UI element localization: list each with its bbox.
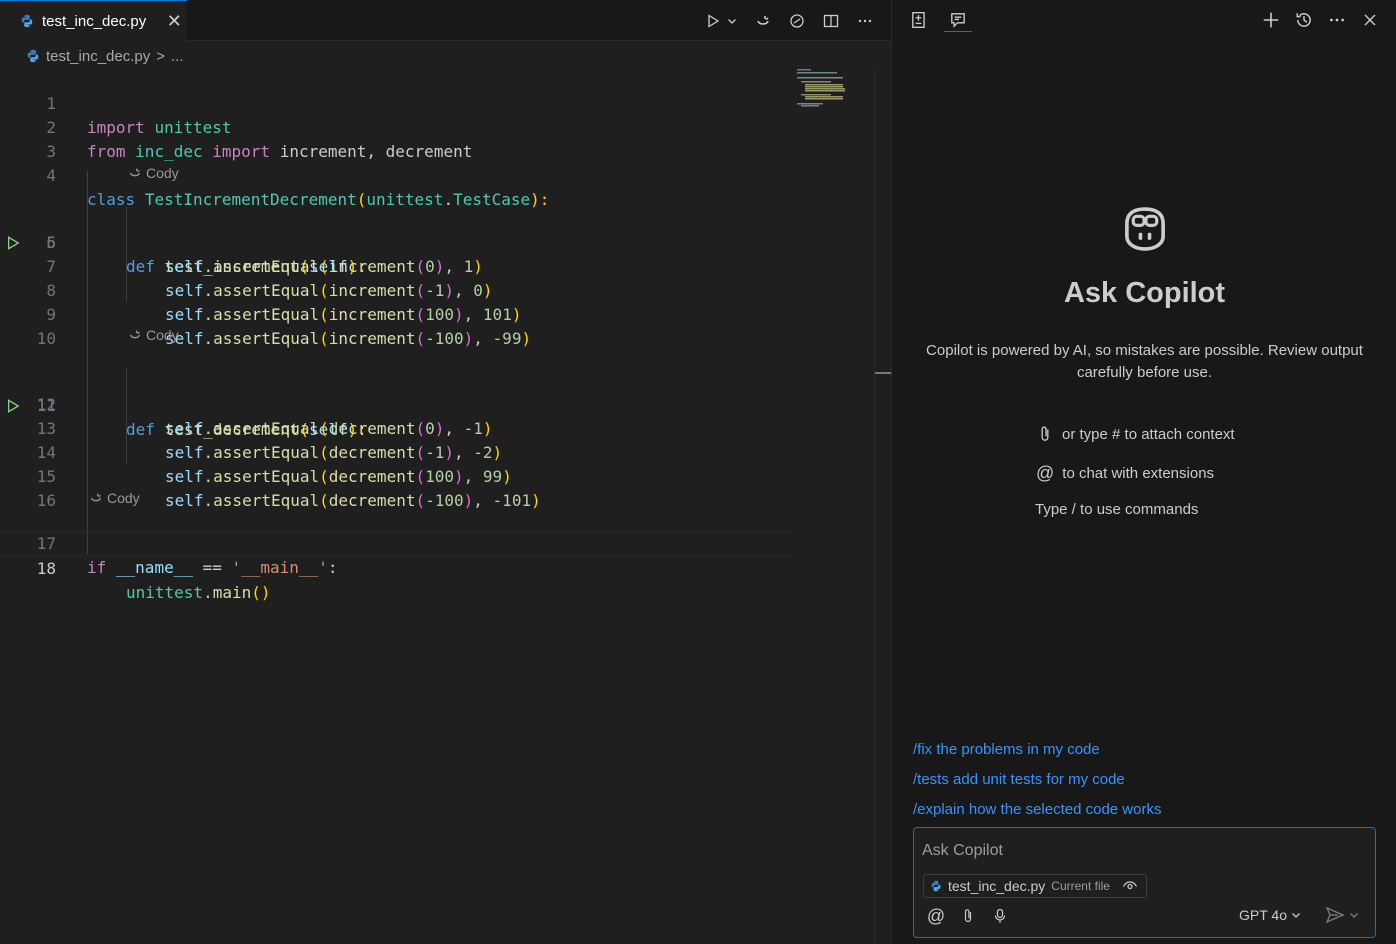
- code-line: 11 def test_decrement(self):: [0, 346, 790, 439]
- breadcrumb-file[interactable]: test_inc_dec.py: [46, 48, 150, 65]
- code-token: __name__: [115, 558, 193, 577]
- hint-commands: Type / to use commands: [1035, 501, 1198, 518]
- code-line: 12 self.assertEqual(decrement(0), -1): [0, 369, 790, 438]
- code-line: 3: [0, 116, 790, 161]
- python-file-icon: [27, 49, 39, 63]
- chip-subtitle: Current file: [1051, 879, 1110, 893]
- codelens-label: Cody: [146, 327, 179, 343]
- edits-icon[interactable]: [908, 8, 930, 32]
- code-line: 8 self.assertEqual(increment(100), 101): [0, 255, 790, 324]
- codelens-cody[interactable]: Cody: [128, 324, 179, 346]
- code-line-current: 18 unittest.main(): [0, 532, 790, 602]
- send-icon: [1325, 906, 1345, 924]
- editor-actions: [703, 0, 875, 41]
- code-line: 10: [0, 303, 790, 348]
- context-file-chip[interactable]: test_inc_dec.py Current file: [923, 874, 1147, 898]
- codelens-cody[interactable]: Cody: [89, 487, 140, 509]
- scrollbar-cursor-marker: [875, 372, 891, 374]
- welcome-view: Ask Copilot Copilot is powered by AI, so…: [892, 200, 1396, 384]
- chat-input-box: test_inc_dec.py Current file @ GPT 4o: [913, 827, 1376, 938]
- panel-header: [892, 0, 1396, 41]
- code-token: if: [87, 558, 107, 577]
- cody-icon: [129, 330, 141, 339]
- code-line: 7 self.assertEqual(increment(-1), 0): [0, 231, 790, 300]
- send-button[interactable]: [1325, 906, 1359, 924]
- copilot-icon[interactable]: [787, 11, 807, 31]
- copilot-logo-icon: [1124, 207, 1165, 251]
- microphone-icon[interactable]: [990, 906, 1010, 926]
- minimap[interactable]: [797, 68, 849, 108]
- code-line: 13 self.assertEqual(decrement(-1), -2): [0, 393, 790, 462]
- code-line: 14 self.assertEqual(decrement(100), 99): [0, 417, 790, 486]
- code-token: '__main__': [231, 558, 328, 577]
- suggestion-fix[interactable]: /fix the problems in my code: [913, 741, 1100, 758]
- code-token: unittest: [126, 583, 204, 602]
- suggestion-explain[interactable]: /explain how the selected code works: [913, 801, 1161, 818]
- chip-filename: test_inc_dec.py: [948, 878, 1046, 894]
- welcome-description: Copilot is powered by AI, so mistakes ar…: [926, 342, 1363, 381]
- welcome-title: Ask Copilot: [1063, 277, 1226, 309]
- code-token: main: [212, 583, 252, 602]
- run-icon[interactable]: [703, 11, 723, 31]
- code-line: 5 def test_increment(self):: [0, 183, 790, 276]
- line-number: 18: [36, 559, 56, 578]
- chat-tab-icon[interactable]: [944, 8, 972, 32]
- code-line: 1 import unittest: [0, 68, 790, 137]
- cody-icon[interactable]: [753, 11, 773, 31]
- hint-commands-text: Type / to use commands: [1035, 501, 1199, 518]
- code-line: 4 class TestIncrementDecrement(unittest.…: [0, 140, 790, 209]
- code-line: 17 if __name__ == '__main__':: [0, 508, 790, 577]
- hint-attach-text: or type # to attach context: [1062, 425, 1235, 443]
- chevron-down-icon: [1292, 913, 1300, 918]
- code-line: 15 self.assertEqual(decrement(-100), -10…: [0, 441, 790, 510]
- model-label: GPT 4o: [1239, 907, 1287, 923]
- chat-input[interactable]: [922, 840, 1362, 862]
- cody-icon: [129, 168, 141, 177]
- new-chat-icon[interactable]: [1260, 8, 1282, 32]
- breadcrumb-separator: >: [156, 47, 165, 65]
- more-icon[interactable]: [855, 11, 875, 31]
- paperclip-icon: [1041, 426, 1049, 441]
- copilot-chat-panel: Ask Copilot Copilot is powered by AI, so…: [891, 0, 1396, 944]
- chevron-down-icon[interactable]: [1349, 910, 1359, 920]
- tab-close-icon[interactable]: ✕: [164, 11, 184, 32]
- code-token: (): [251, 583, 271, 602]
- model-picker[interactable]: GPT 4o: [1239, 907, 1301, 923]
- code-token: .: [203, 583, 213, 602]
- vertical-scrollbar[interactable]: [874, 68, 891, 944]
- code-token: :: [327, 558, 338, 577]
- suggestion-tests[interactable]: /tests add unit tests for my code: [913, 771, 1125, 788]
- hint-attach: or type # to attach context: [1036, 425, 1235, 443]
- codelens-cody[interactable]: Cody: [128, 162, 179, 184]
- code-line: 6 self.assertEqual(increment(0), 1): [0, 207, 790, 276]
- code-line: 2 from inc_dec import increment, decreme…: [0, 92, 790, 161]
- tab-bar: test_inc_dec.py ✕: [0, 0, 891, 41]
- code-line: 16: [0, 465, 790, 510]
- split-editor-icon[interactable]: [821, 11, 841, 31]
- editor-pane: test_inc_dec.py ✕ test_inc_dec.py > ... …: [0, 0, 891, 944]
- codelens-label: Cody: [107, 490, 140, 506]
- code-token: ==: [192, 558, 232, 577]
- at-mention-icon[interactable]: @: [926, 906, 946, 926]
- python-file-icon: [21, 14, 33, 28]
- tab-filename: test_inc_dec.py: [42, 12, 147, 30]
- cody-icon: [90, 493, 102, 502]
- at-icon: @: [1036, 463, 1055, 483]
- python-file-icon: [931, 880, 941, 892]
- attach-icon[interactable]: [958, 906, 978, 926]
- editor-tab[interactable]: test_inc_dec.py ✕: [0, 0, 187, 41]
- close-icon[interactable]: [1359, 8, 1381, 32]
- hint-extensions: @ to chat with extensions: [1036, 463, 1214, 484]
- eye-icon[interactable]: [1122, 878, 1138, 894]
- breadcrumb-more[interactable]: ...: [171, 48, 184, 65]
- hint-extensions-text: to chat with extensions: [1062, 465, 1215, 482]
- codelens-label: Cody: [146, 165, 179, 181]
- history-icon[interactable]: [1293, 8, 1315, 32]
- more-icon[interactable]: [1326, 8, 1348, 32]
- code-line: 9 self.assertEqual(increment(-100), -99): [0, 279, 790, 348]
- breadcrumb: test_inc_dec.py > ...: [26, 46, 184, 66]
- chevron-down-icon[interactable]: [725, 11, 739, 31]
